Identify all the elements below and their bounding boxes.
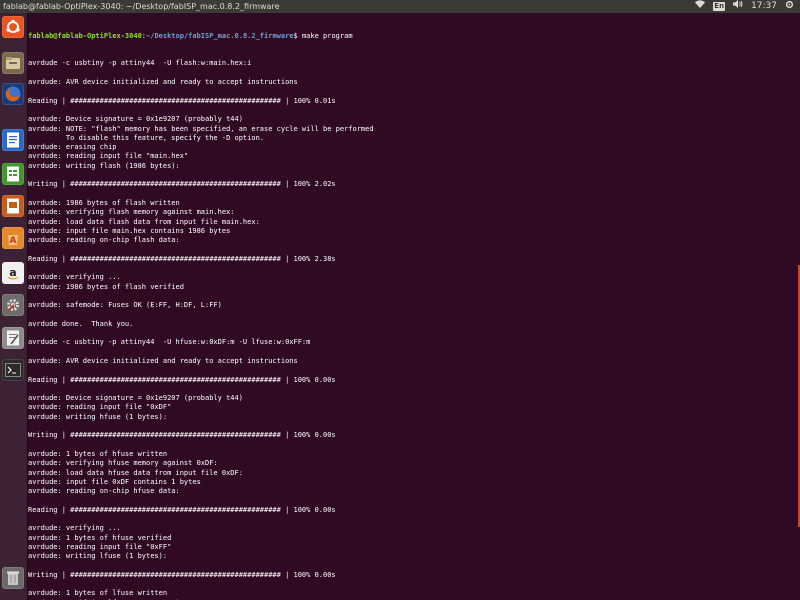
firefox-icon[interactable] [2,83,24,105]
files-icon[interactable] [2,52,24,74]
terminal-line: avrdude: verifying hfuse memory against … [28,459,218,468]
terminal-line: avrdude: verifying flash memory against … [28,208,235,217]
terminal-line: Reading | ##############################… [28,254,336,263]
svg-text:A: A [10,236,17,246]
prompt-command: $ make program [293,31,353,40]
terminal-line: avrdude: writing hfuse (1 bytes): [28,412,168,421]
terminal-icon[interactable] [2,359,24,381]
top-panel: fablab@fablab-OptiPlex-3040: ~/Desktop/f… [0,0,800,13]
window-title: fablab@fablab-OptiPlex-3040: ~/Desktop/f… [3,2,280,11]
terminal-prompt-line: fablab@fablab-OptiPlex-3040:~/Desktop/fa… [28,31,353,40]
terminal-lines: fablab@fablab-OptiPlex-3040:~/Desktop/fa… [28,13,374,600]
amazon-icon[interactable]: a [2,262,24,284]
software-center-icon[interactable]: A [2,227,24,249]
terminal-line: avrdude: AVR device initialized and read… [28,78,298,87]
system-settings-icon[interactable] [2,294,24,316]
prompt-user: fablab@fablab-OptiPlex-3040 [28,31,142,40]
ubuntu-dash-icon[interactable] [2,16,24,38]
terminal-line: avrdude: reading input file "0xDF" [28,403,172,412]
libreoffice-impress-icon[interactable] [2,195,24,217]
terminal-line: avrdude done. Thank you. [28,319,134,328]
terminal-line: avrdude: erasing chip [28,143,117,152]
terminal-line: avrdude: Device signature = 0x1e9207 (pr… [28,115,243,124]
terminal-line: avrdude: reading on-chip flash data: [28,236,180,245]
terminal-line: avrdude: writing lfuse (1 bytes): [28,552,168,561]
terminal-line: avrdude: NOTE: "flash" memory has been s… [28,124,374,133]
terminal-line: avrdude: writing flash (1986 bytes): [28,161,180,170]
terminal-line: Writing | ##############################… [28,431,336,440]
terminal-line: Reading | ##############################… [28,505,336,514]
terminal-line: Writing | ##############################… [28,570,336,579]
volume-icon[interactable] [733,0,743,13]
launcher: A a [0,13,28,600]
terminal-line: avrdude: AVR device initialized and read… [28,356,298,365]
terminal-line: avrdude: verifying ... [28,524,121,533]
terminal-line: avrdude: input file main.hex contains 19… [28,226,231,235]
text-editor-icon[interactable] [2,327,24,349]
terminal-line: avrdude -c usbtiny -p attiny44 -U hfuse:… [28,338,311,347]
terminal-line: avrdude -c usbtiny -p attiny44 -U flash:… [28,59,252,68]
terminal-line: avrdude: 1986 bytes of flash verified [28,282,184,291]
power-gear-icon[interactable] [785,0,794,14]
libreoffice-writer-icon[interactable] [2,129,24,151]
terminal-line: avrdude: safemode: Fuses OK (E:FF, H:DF,… [28,301,222,310]
trash-icon[interactable] [2,567,24,589]
terminal-line: To disable this feature, specify the -D … [28,133,265,142]
keyboard-layout-indicator[interactable]: En [713,2,726,11]
terminal-line: avrdude: load data flash data from input… [28,217,260,226]
libreoffice-calc-icon[interactable] [2,163,24,185]
terminal-line: avrdude: load data hfuse data from input… [28,468,243,477]
terminal-line: avrdude: 1 bytes of lfuse written [28,589,168,598]
wifi-icon[interactable] [695,0,706,13]
terminal-line: avrdude: 1986 bytes of flash written [28,198,180,207]
terminal-line: avrdude: input file 0xDF contains 1 byte… [28,477,201,486]
terminal-line: avrdude: reading input file "0xFF" [28,542,172,551]
terminal-line: avrdude: reading on-chip hfuse data: [28,487,180,496]
terminal-line: Reading | ##############################… [28,375,336,384]
terminal-line: avrdude: 1 bytes of hfuse verified [28,533,172,542]
terminal-output[interactable]: fablab@fablab-OptiPlex-3040:~/Desktop/fa… [28,13,800,600]
terminal-line: avrdude: 1 bytes of hfuse written [28,449,168,458]
terminal-line: avrdude: reading input file "main.hex" [28,152,189,161]
terminal-line: avrdude: Device signature = 0x1e9207 (pr… [28,394,243,403]
terminal-line: Writing | ##############################… [28,180,336,189]
prompt-path: ~/Desktop/fabISP_mac.0.8.2_firmware [146,31,294,40]
svg-text:a: a [9,266,16,279]
clock[interactable]: 17:37 [751,0,777,13]
system-tray: En 17:37 [695,0,800,14]
terminal-line: Reading | ##############################… [28,96,336,105]
terminal-line: avrdude: verifying ... [28,273,121,282]
